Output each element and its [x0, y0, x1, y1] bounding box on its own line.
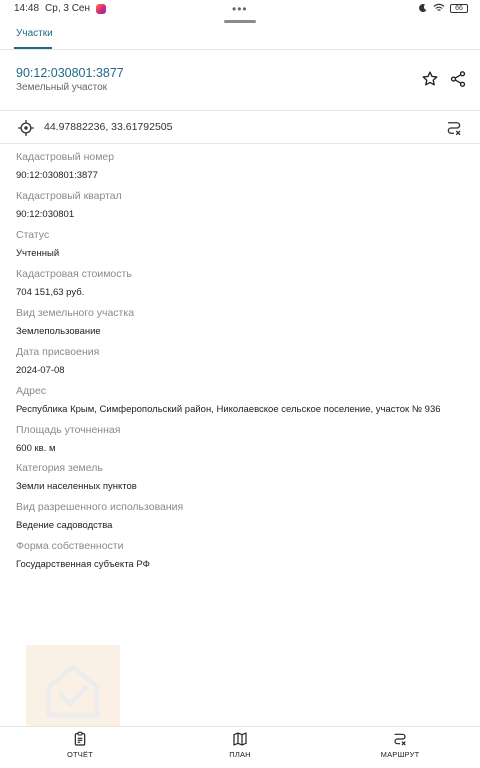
object-type-subtitle: Земельный участок	[16, 82, 108, 93]
field-label: Категория земель	[16, 462, 103, 474]
tab-plots[interactable]: Участки	[16, 28, 53, 46]
field-value[interactable]: Землепользование	[16, 325, 466, 338]
field-label: Вид разрешенного использования	[16, 501, 184, 513]
status-date: Ср, 3 Сен	[45, 3, 91, 14]
field-address: Адрес Республика Крым, Симферопольский р…	[16, 385, 466, 416]
field-label: Вид земельного участка	[16, 307, 135, 319]
moon-icon	[419, 3, 427, 12]
field-label: Адрес	[16, 385, 47, 397]
field-area: Площадь уточненная 600 кв. м	[16, 424, 466, 455]
report-icon	[74, 731, 86, 746]
field-label: Форма собственности	[16, 540, 124, 552]
route-icon	[394, 733, 406, 746]
map-icon	[233, 732, 247, 746]
plot-header: 90:12:030801:3877 Земельный участок	[0, 51, 480, 111]
house-check-icon	[46, 664, 100, 718]
nav-route[interactable]: МАРШРУТ	[360, 731, 440, 759]
bottom-navigation: ОТЧЁТ ПЛАН МАРШРУТ	[0, 726, 480, 768]
field-label: Кадастровый квартал	[16, 190, 122, 202]
field-value[interactable]: Государственная субъекта РФ	[16, 558, 466, 571]
field-value[interactable]: 2024-07-08	[16, 364, 466, 377]
status-left: 14:48 Ср, 3 Сен	[14, 3, 107, 14]
battery-icon: 66	[450, 3, 468, 13]
route-icon	[447, 122, 461, 136]
field-label: Площадь уточненная	[16, 424, 121, 436]
watermark-logo	[26, 645, 120, 735]
field-label: Статус	[16, 229, 50, 241]
field-cadastral-quarter: Кадастровый квартал 90:12:030801	[16, 190, 466, 221]
field-land-category: Категория земель Земли населенных пункто…	[16, 462, 466, 493]
field-plot-kind: Вид земельного участка Землепользование	[16, 307, 466, 338]
tab-active-indicator	[14, 47, 52, 49]
wifi-icon	[433, 3, 445, 11]
field-permitted-use: Вид разрешенного использования Ведение с…	[16, 501, 466, 532]
tab-bar: Участки	[0, 24, 480, 50]
field-label: Кадастровый номер	[16, 151, 115, 163]
field-value[interactable]: 704 151,63 руб.	[16, 286, 466, 299]
field-value[interactable]: Земли населенных пунктов	[16, 480, 466, 493]
locate-button[interactable]	[16, 118, 36, 138]
field-value[interactable]: Учтенный	[16, 247, 466, 260]
drag-handle[interactable]	[224, 20, 256, 23]
nav-route-label: МАРШРУТ	[380, 750, 420, 759]
cadastral-number-title[interactable]: 90:12:030801:3877	[16, 66, 124, 80]
status-center-dots: •••	[232, 2, 248, 16]
instagram-notification-icon	[96, 3, 107, 14]
favorite-button[interactable]	[420, 69, 440, 89]
field-label: Дата присвоения	[16, 346, 100, 358]
field-status: Статус Учтенный	[16, 229, 466, 260]
field-value[interactable]: 600 кв. м	[16, 442, 466, 455]
nav-report-label: ОТЧЁТ	[66, 750, 93, 759]
share-button[interactable]	[448, 69, 468, 89]
nav-plan-label: ПЛАН	[229, 750, 251, 759]
status-time: 14:48	[14, 3, 40, 14]
nav-report[interactable]: ОТЧЁТ	[40, 731, 120, 759]
status-bar: 14:48 Ср, 3 Сен ••• 66	[0, 0, 480, 18]
share-icon	[450, 71, 466, 87]
crosshair-icon	[18, 120, 34, 136]
star-icon	[422, 71, 438, 86]
field-assignment-date: Дата присвоения 2024-07-08	[16, 346, 466, 377]
field-ownership-form: Форма собственности Государственная субъ…	[16, 540, 466, 571]
field-cadastral-value: Кадастровая стоимость 704 151,63 руб.	[16, 268, 466, 299]
coordinates-text[interactable]: 44.97882236, 33.61792505	[44, 121, 172, 133]
field-value[interactable]: 90:12:030801	[16, 208, 466, 221]
coordinates-row: 44.97882236, 33.61792505	[0, 112, 480, 144]
route-to-button[interactable]	[444, 118, 464, 138]
field-value[interactable]: Ведение садоводства	[16, 519, 466, 532]
field-value[interactable]: Республика Крым, Симферопольский район, …	[16, 403, 466, 416]
status-right: 66	[418, 3, 468, 13]
field-cadastral-number: Кадастровый номер 90:12:030801:3877	[16, 151, 466, 182]
nav-plan[interactable]: ПЛАН	[200, 731, 280, 759]
field-label: Кадастровая стоимость	[16, 268, 132, 280]
field-value[interactable]: 90:12:030801:3877	[16, 169, 466, 182]
